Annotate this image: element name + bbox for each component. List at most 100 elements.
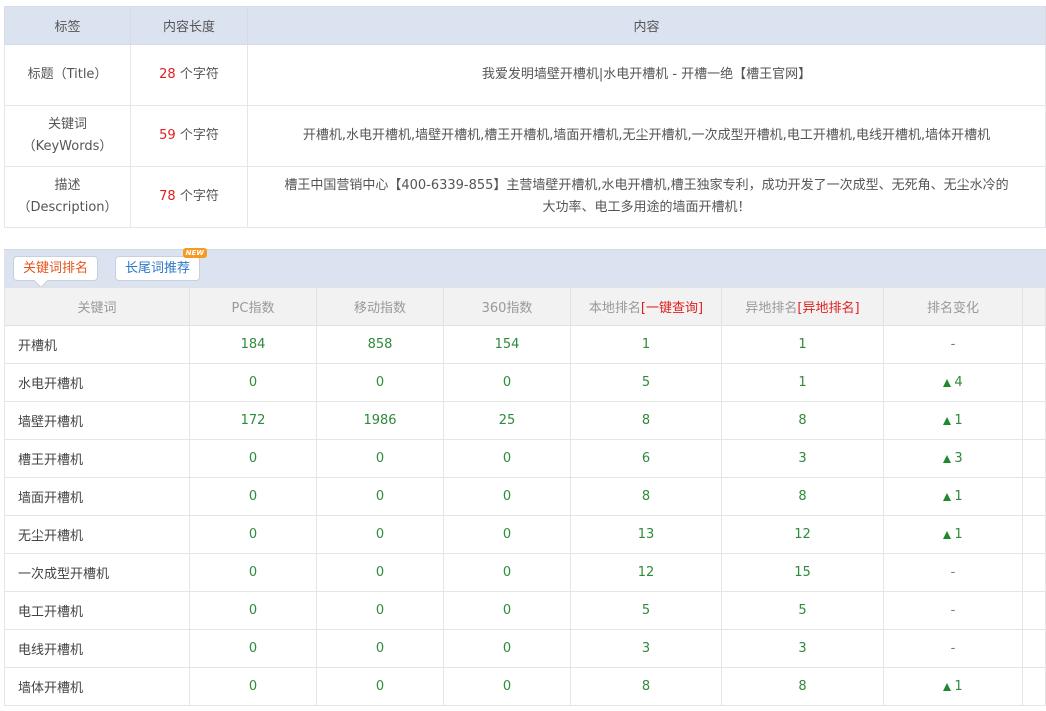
keyword-cell: 电线开槽机 — [4, 629, 190, 668]
remote-rank-cell: 1 — [721, 363, 884, 402]
meta-row-title: 标题（Title） 28 个字符 我爱发明墙壁开槽机|水电开槽机 - 开槽一绝【… — [4, 44, 1046, 106]
ranking-header-row: 关键词 PC指数 移动指数 360指数 本地排名[一键查询] 异地排名[异地排名… — [4, 287, 1046, 326]
rank-change-cell: 1 — [883, 515, 1023, 554]
rank-change-cell: 4 — [883, 363, 1023, 402]
local-rank-cell: 3 — [570, 629, 722, 668]
char-unit: 个字符 — [175, 67, 219, 82]
remote-rank-cell: 5 — [721, 591, 884, 630]
meta-content: 我爱发明墙壁开槽机|水电开槽机 - 开槽一绝【槽王官网】 — [247, 44, 1046, 106]
up-arrow-icon — [943, 493, 952, 501]
mobile-index-cell: 0 — [316, 667, 444, 706]
pc-index-cell: 0 — [189, 591, 317, 630]
remote-rank-cell: 3 — [721, 439, 884, 478]
keyword-cell: 一次成型开槽机 — [4, 553, 190, 592]
table-row: 电工开槽机 0 0 0 5 5- — [4, 591, 1046, 630]
meta-content: 开槽机,水电开槽机,墙壁开槽机,槽王开槽机,墙面开槽机,无尘开槽机,一次成型开槽… — [247, 105, 1046, 167]
rank-change-value: 1 — [954, 679, 963, 694]
rank-change-value: 1 — [954, 527, 963, 542]
table-row: 无尘开槽机 0 0 0 13 12 1 — [4, 515, 1046, 554]
char-unit: 个字符 — [175, 128, 219, 143]
pc-index-cell: 172 — [189, 401, 317, 440]
keyword-cell: 墙壁开槽机 — [4, 401, 190, 440]
col-remote-rank-label: 异地排名 — [745, 301, 798, 316]
ranking-body: 开槽机 184 858 154 1 1- 水电开槽机 0 0 0 5 1 4 墙壁开槽机 172 1986 25… — [4, 325, 1046, 706]
local-rank-cell: 6 — [570, 439, 722, 478]
rank-change-value: - — [950, 337, 956, 352]
meta-length: 59 个字符 — [130, 105, 248, 167]
col-local-rank-label: 本地排名 — [588, 301, 641, 316]
up-arrow-icon — [943, 683, 952, 691]
index-360-cell: 0 — [443, 629, 571, 668]
rank-change-value: - — [950, 565, 956, 580]
local-rank-cell: 5 — [570, 363, 722, 402]
mobile-index-cell: 0 — [316, 591, 444, 630]
tab-longtail-label: 长尾词推荐 — [125, 261, 191, 276]
pc-index-cell: 0 — [189, 477, 317, 516]
mobile-index-cell: 0 — [316, 553, 444, 592]
extra-cell — [1022, 325, 1046, 364]
keyword-cell: 无尘开槽机 — [4, 515, 190, 554]
char-count: 59 — [159, 128, 176, 143]
rank-change-cell: - — [883, 591, 1023, 630]
index-360-cell: 0 — [443, 363, 571, 402]
col-mobile-index: 移动指数 — [316, 287, 444, 326]
meta-header-length: 内容长度 — [130, 6, 248, 45]
table-row: 开槽机 184 858 154 1 1- — [4, 325, 1046, 364]
remote-rank-cell: 12 — [721, 515, 884, 554]
meta-length: 28 个字符 — [130, 44, 248, 106]
meta-length: 78 个字符 — [130, 166, 248, 228]
remote-rank-link[interactable]: [异地排名] — [797, 301, 859, 316]
seo-meta-table: 标签 内容长度 内容 标题（Title） 28 个字符 我爱发明墙壁开槽机|水电… — [4, 6, 1046, 228]
meta-content-line1: 槽王中国营销中心【400-6339-855】主营墙壁开槽机,水电开槽机,槽王独家… — [284, 178, 1009, 193]
remote-rank-cell: 1 — [721, 325, 884, 364]
mobile-index-cell: 0 — [316, 477, 444, 516]
extra-cell — [1022, 363, 1046, 402]
mobile-index-cell: 0 — [316, 363, 444, 402]
pc-index-cell: 0 — [189, 553, 317, 592]
extra-cell — [1022, 439, 1046, 478]
rank-change-value: - — [950, 641, 956, 656]
local-rank-cell: 8 — [570, 477, 722, 516]
pc-index-cell: 0 — [189, 363, 317, 402]
local-rank-cell: 8 — [570, 401, 722, 440]
char-count: 78 — [159, 189, 176, 204]
extra-cell — [1022, 629, 1046, 668]
rank-change-value: 3 — [954, 451, 963, 466]
local-rank-cell: 12 — [570, 553, 722, 592]
table-row: 一次成型开槽机 0 0 0 12 15- — [4, 553, 1046, 592]
keyword-ranking-table: 关键词 PC指数 移动指数 360指数 本地排名[一键查询] 异地排名[异地排名… — [4, 287, 1046, 706]
index-360-cell: 0 — [443, 515, 571, 554]
rank-change-value: 1 — [954, 489, 963, 504]
remote-rank-cell: 3 — [721, 629, 884, 668]
local-rank-cell: 13 — [570, 515, 722, 554]
remote-rank-cell: 8 — [721, 667, 884, 706]
meta-label-text: 标题（Title） — [27, 67, 108, 82]
extra-cell — [1022, 667, 1046, 706]
rank-change-cell: - — [883, 629, 1023, 668]
col-local-rank: 本地排名[一键查询] — [570, 287, 722, 326]
tab-keyword-ranking[interactable]: 关键词排名 — [13, 256, 99, 281]
index-360-cell: 0 — [443, 439, 571, 478]
col-rank-change: 排名变化 — [883, 287, 1023, 326]
ranking-tab-bar: 关键词排名 长尾词推荐 NEW — [4, 248, 1046, 287]
meta-label-sub: （KeyWords） — [22, 139, 113, 154]
local-rank-cell: 8 — [570, 667, 722, 706]
keyword-cell: 墙体开槽机 — [4, 667, 190, 706]
pc-index-cell: 0 — [189, 515, 317, 554]
up-arrow-icon — [943, 455, 952, 463]
meta-row-description: 描述 （Description） 78 个字符 槽王中国营销中心【400-6339… — [4, 166, 1046, 228]
extra-cell — [1022, 477, 1046, 516]
table-row: 墙体开槽机 0 0 0 8 8 1 — [4, 667, 1046, 706]
col-extra — [1022, 287, 1046, 326]
one-click-query-link[interactable]: [一键查询] — [641, 301, 703, 316]
extra-cell — [1022, 515, 1046, 554]
keyword-cell: 墙面开槽机 — [4, 477, 190, 516]
index-360-cell: 0 — [443, 667, 571, 706]
tab-longtail-recommend[interactable]: 长尾词推荐 NEW — [115, 248, 208, 281]
keyword-cell: 电工开槽机 — [4, 591, 190, 630]
extra-cell — [1022, 553, 1046, 592]
mobile-index-cell: 0 — [316, 629, 444, 668]
table-row: 墙面开槽机 0 0 0 8 8 1 — [4, 477, 1046, 516]
index-360-cell: 0 — [443, 477, 571, 516]
remote-rank-cell: 8 — [721, 477, 884, 516]
